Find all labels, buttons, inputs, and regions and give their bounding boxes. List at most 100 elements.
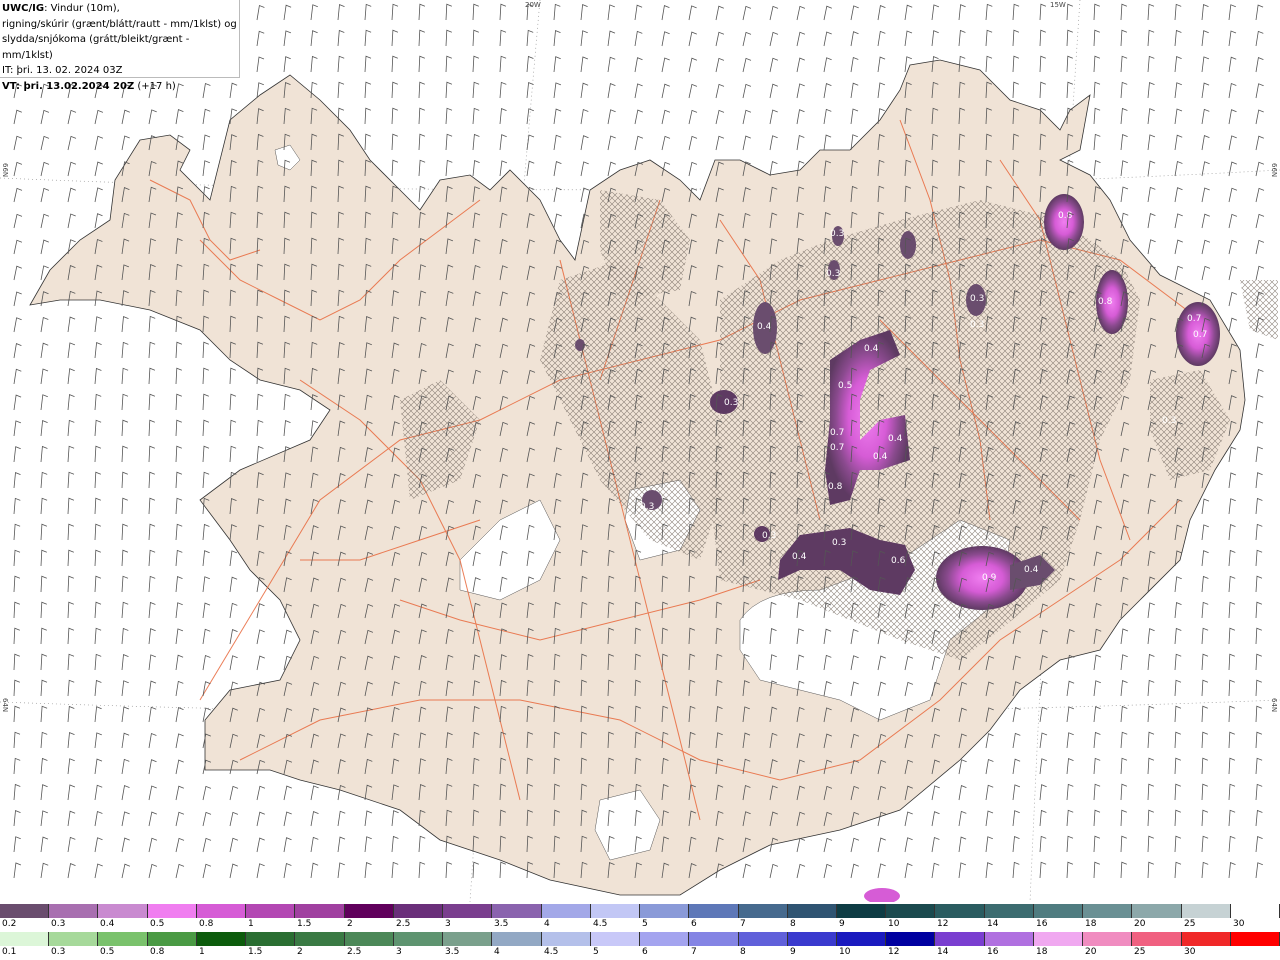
precip-label: 0.3 — [724, 398, 738, 408]
scale-label: 2.5 — [396, 919, 411, 929]
scale-label: 0.5 — [100, 947, 115, 957]
scale-label: 4.5 — [544, 947, 559, 957]
scale-label: 0.8 — [199, 919, 214, 929]
lat-label-left-64n: 64N — [1, 698, 9, 713]
scale-label: 14 — [987, 919, 999, 929]
precip-label: 0.8 — [1098, 297, 1113, 307]
snow-color-scale — [0, 904, 1280, 918]
rain-scale-labels: 0.1 0.3 0.5 0.8 1 1.5 2 2.5 3 3.5 4 4.5 5 6 7 8 9 10 12 14 1… — [0, 947, 1280, 957]
scale-label: 14 — [937, 947, 949, 957]
scale-label: 8 — [790, 919, 796, 929]
scale-label: 1.5 — [297, 919, 312, 929]
scale-swatch — [344, 904, 394, 918]
scale-swatch — [787, 904, 837, 918]
scale-swatch — [147, 932, 197, 946]
precip-label: 0.9 — [982, 573, 997, 583]
scale-label: 0.3 — [51, 947, 66, 957]
scale-swatch — [1230, 904, 1280, 918]
precip-label: 0.3 — [970, 294, 984, 304]
scale-swatch — [1033, 932, 1084, 946]
precip-label: 0.3 — [640, 502, 654, 512]
precip-label: 0.4 — [757, 322, 772, 332]
scale-swatch — [935, 932, 985, 946]
scale-label: 4 — [494, 947, 500, 957]
scale-swatch — [0, 904, 50, 918]
scale-swatch — [0, 932, 50, 946]
product-name: UWC/IG — [2, 3, 45, 14]
lat-label-left-66n: 66N — [1, 163, 9, 178]
scale-label: 1.5 — [248, 947, 263, 957]
scale-swatch — [49, 904, 99, 918]
scale-label: 18 — [1085, 919, 1097, 929]
scale-label: 3.5 — [445, 947, 460, 957]
scale-swatch — [689, 904, 739, 918]
scale-swatch — [246, 904, 296, 918]
scale-label: 6 — [691, 919, 697, 929]
precip-label: 0.8 — [828, 482, 843, 492]
scale-label: 10 — [888, 919, 900, 929]
scale-swatch — [836, 932, 887, 946]
scale-swatch — [541, 904, 591, 918]
scale-label: 9 — [839, 919, 845, 929]
scale-swatch — [738, 904, 788, 918]
scale-swatch — [738, 932, 788, 946]
scale-label: 5 — [642, 919, 648, 929]
scale-label: 20 — [1134, 919, 1146, 929]
precip-label: 0.3 — [830, 229, 844, 239]
lat-label-right-66n: 66N — [1270, 163, 1278, 178]
scale-label: 4 — [544, 919, 550, 929]
lat-label-right-64n: 64N — [1270, 698, 1278, 713]
scale-label: 0.3 — [51, 919, 66, 929]
scale-label: 5 — [593, 947, 599, 957]
precip-label: 0.3 — [826, 269, 840, 279]
precip-label: 0.4 — [888, 434, 903, 444]
scale-label: 6 — [642, 947, 648, 957]
scale-label: 8 — [740, 947, 746, 957]
scale-label: 7 — [740, 919, 746, 929]
init-time: IT: þri. 13. 02. 2024 03Z — [2, 65, 123, 76]
precip-label: 0.3 — [762, 531, 776, 541]
scale-swatch — [98, 932, 148, 946]
lon-label-15w: 15W — [1050, 1, 1066, 9]
scale-label: 2 — [297, 947, 303, 957]
scale-swatch — [590, 932, 641, 946]
scale-label: 7 — [691, 947, 697, 957]
scale-swatch — [393, 904, 444, 918]
scale-swatch — [1132, 904, 1182, 918]
scale-label: 2 — [347, 919, 353, 929]
scale-swatch — [886, 932, 936, 946]
valid-time: VT: þri. 13.02.2024 20Z — [2, 80, 135, 92]
scale-swatch — [98, 904, 148, 918]
scale-swatch — [1132, 932, 1182, 946]
scale-label: 0.8 — [150, 947, 165, 957]
scale-swatch — [836, 904, 887, 918]
scale-swatch — [984, 932, 1034, 946]
scale-swatch — [492, 904, 542, 918]
scale-swatch — [344, 932, 394, 946]
scale-swatch — [640, 904, 690, 918]
precip-label: 0.4 — [864, 344, 879, 354]
scale-label: 18 — [1036, 947, 1048, 957]
scale-label: 10 — [839, 947, 851, 957]
scale-swatch — [393, 932, 444, 946]
scale-label: 16 — [987, 947, 999, 957]
scale-swatch — [640, 932, 690, 946]
scale-swatch — [246, 932, 296, 946]
scale-swatch — [787, 932, 837, 946]
title-line-3: slydda/snjókoma (grátt/bleikt/grænt - mm… — [2, 34, 190, 61]
scale-label: 25 — [1184, 919, 1196, 929]
scale-label: 9 — [790, 947, 796, 957]
rain-color-scale — [0, 932, 1280, 946]
precip-label: 0.7 — [1187, 314, 1201, 324]
precip-label: 0.4 — [792, 552, 807, 562]
scale-swatch — [443, 904, 493, 918]
scale-label: 0.5 — [150, 919, 165, 929]
scale-label: 0.1 — [2, 947, 17, 957]
scale-label: 25 — [1134, 947, 1146, 957]
scale-swatch — [1230, 932, 1280, 946]
precip-label: 0.6 — [891, 556, 906, 566]
scale-swatch — [590, 904, 641, 918]
scale-label: 4.5 — [593, 919, 608, 929]
title-description: : Vindur (10m), — [44, 3, 120, 14]
scale-swatch — [1181, 904, 1231, 918]
